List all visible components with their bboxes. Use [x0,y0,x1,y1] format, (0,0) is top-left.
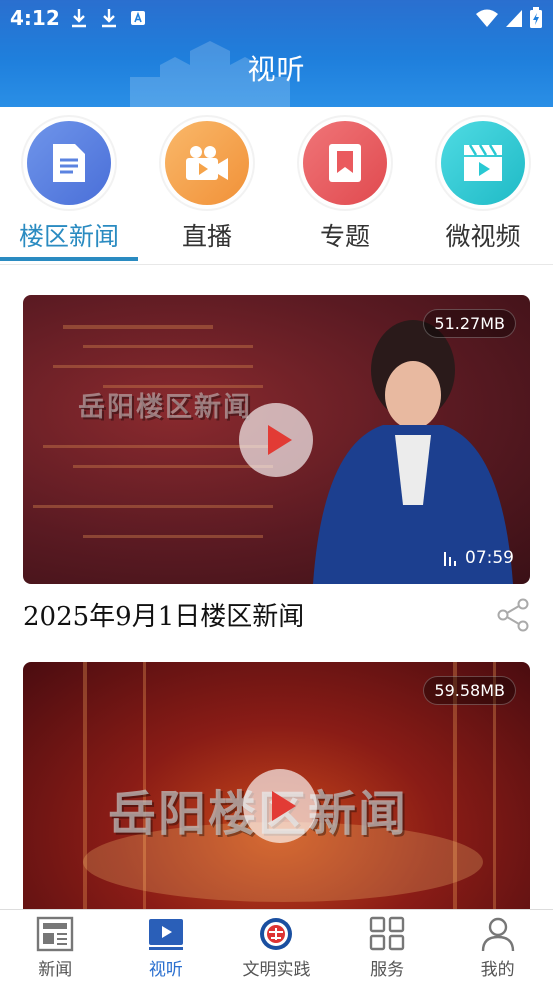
file-size-badge: 59.58MB [423,676,516,705]
tab-live[interactable]: 直播 [138,121,276,261]
text-badge-icon [131,11,145,25]
nav-label: 我的 [480,960,515,980]
newspaper-icon [37,916,74,952]
signal-icon [506,10,522,27]
tab-label: 微视频 [445,222,521,251]
civilization-emblem-icon [260,918,293,950]
nav-label: 新闻 [38,960,73,980]
video-thumbnail[interactable]: 岳阳楼区新闻 51.27MB 07:59 [23,295,530,584]
video-camera-icon [165,121,249,205]
play-button[interactable] [239,403,313,477]
tab-label: 楼区新闻 [18,222,119,251]
tab-topics[interactable]: 专题 [276,121,414,261]
video-card[interactable]: 岳阳楼区新闻 51.27MB 07:59 2025年9月1日楼区新闻 [23,295,530,644]
status-time: 4:12 [10,6,60,30]
document-icon [27,121,111,205]
tab-label: 直播 [181,222,232,251]
nav-label: 文明实践 [242,960,311,980]
video-title[interactable]: 2025年9月1日楼区新闻 [23,596,304,633]
bookmark-icon [303,121,387,205]
page-title: 视听 [247,53,306,86]
nav-audio-video[interactable]: 视听 [111,910,222,984]
wifi-icon [476,9,498,27]
download-icon [102,9,116,28]
tab-local-news[interactable]: 楼区新闻 [0,121,138,261]
video-player-icon [148,919,183,950]
video-card[interactable]: 岳阳楼区新闻 59.58MB [23,662,530,909]
share-icon[interactable] [496,598,530,632]
active-tab-indicator [0,257,138,261]
audio-bars-icon [444,552,456,566]
nav-civilization-practice[interactable]: 文明实践 [221,910,332,984]
tab-label: 专题 [319,222,370,251]
nav-mine[interactable]: 我的 [442,910,553,984]
nav-label: 服务 [370,960,405,980]
video-duration: 07:59 [443,548,514,568]
nav-label: 视听 [148,960,183,980]
person-icon [481,917,514,952]
status-bar: 4:12 [0,0,553,36]
nav-news[interactable]: 新闻 [0,910,111,984]
duration-text: 07:59 [465,548,514,568]
video-thumbnail[interactable]: 岳阳楼区新闻 59.58MB [23,662,530,909]
header: 4:12 视听 [0,0,553,107]
video-watermark: 岳阳楼区新闻 [78,392,252,423]
play-button[interactable] [243,769,317,843]
video-title-row: 2025年9月1日楼区新闻 [23,584,530,644]
category-tabs: 楼区新闻 直播 专题 微视频 [0,107,553,265]
nav-services[interactable]: 服务 [332,910,443,984]
tab-micro-video[interactable]: 微视频 [414,121,552,261]
download-icon [72,9,86,28]
grid-icon [369,916,405,951]
bottom-nav: 新闻 视听 文明实践 服务 我的 [0,909,553,984]
battery-icon [530,7,542,28]
file-size-badge: 51.27MB [423,309,516,338]
film-clapper-icon [441,121,525,205]
